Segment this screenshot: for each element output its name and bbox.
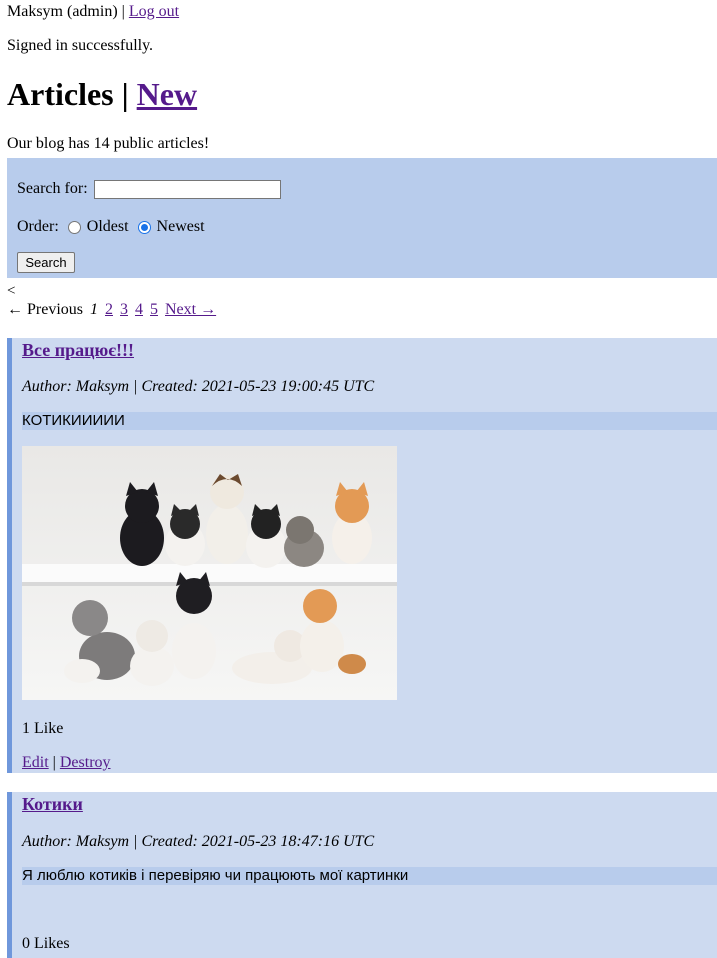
pagination-previous: ← Previous (7, 301, 83, 318)
logout-link[interactable]: Log out (129, 3, 179, 20)
pagination-page-3[interactable]: 3 (120, 301, 128, 318)
pagination: ← Previous 1 2 3 4 5 Next → (7, 301, 219, 319)
article-meta: Author: Maksym | Created: 2021-05-23 19:… (22, 378, 375, 395)
article-body: КОТИКИИИИИ (22, 412, 717, 430)
pagination-current-page: 1 (90, 301, 98, 318)
articles-summary: Our blog has 14 public articles! (7, 135, 210, 152)
order-oldest-radio[interactable] (67, 220, 81, 234)
pagination-page-5[interactable]: 5 (150, 301, 158, 318)
session-separator: | (121, 3, 125, 20)
article-title-link[interactable]: Котики (22, 794, 83, 814)
article-likes: 0 Likes (22, 935, 70, 952)
pagination-page-2[interactable]: 2 (105, 301, 113, 318)
article-card: Котики Author: Maksym | Created: 2021-05… (7, 792, 717, 958)
article-title-link[interactable]: Все працює!!! (22, 340, 134, 360)
article-actions: Edit | Destroy (22, 754, 111, 772)
actions-separator: | (52, 754, 56, 771)
article-card: Все працює!!! Author: Maksym | Created: … (7, 338, 717, 773)
stray-text: < (7, 283, 16, 299)
search-button[interactable]: Search (17, 252, 75, 273)
page-title: Articles | New (7, 76, 197, 113)
order-newest-radio[interactable] (137, 220, 151, 234)
new-article-link[interactable]: New (137, 76, 197, 112)
pagination-next[interactable]: Next → (165, 301, 216, 318)
search-row: Search for: (17, 180, 281, 199)
order-row: Order: Oldest Newest (17, 218, 205, 236)
search-input[interactable] (93, 180, 281, 199)
destroy-article-link[interactable]: Destroy (60, 754, 111, 771)
kittens-photo (22, 446, 397, 700)
article-likes: 1 Like (22, 720, 64, 737)
order-oldest-label[interactable]: Oldest (87, 218, 129, 236)
session-bar: Maksym (admin) | Log out (7, 3, 179, 21)
order-newest-label[interactable]: Newest (157, 218, 205, 236)
title-separator: | (121, 76, 129, 112)
search-label: Search for: (17, 180, 88, 198)
current-user: Maksym (admin) (7, 3, 118, 20)
edit-article-link[interactable]: Edit (22, 754, 49, 771)
page-title-text: Articles (7, 76, 114, 112)
order-label: Order: (17, 218, 59, 235)
flash-notice: Signed in successfully. (7, 37, 154, 54)
pagination-page-4[interactable]: 4 (135, 301, 143, 318)
article-body: Я люблю котиків і перевіряю чи працюють … (22, 867, 717, 885)
article-meta: Author: Maksym | Created: 2021-05-23 18:… (22, 833, 375, 850)
search-form: Search for: Order: Oldest Newest Search (7, 158, 717, 278)
